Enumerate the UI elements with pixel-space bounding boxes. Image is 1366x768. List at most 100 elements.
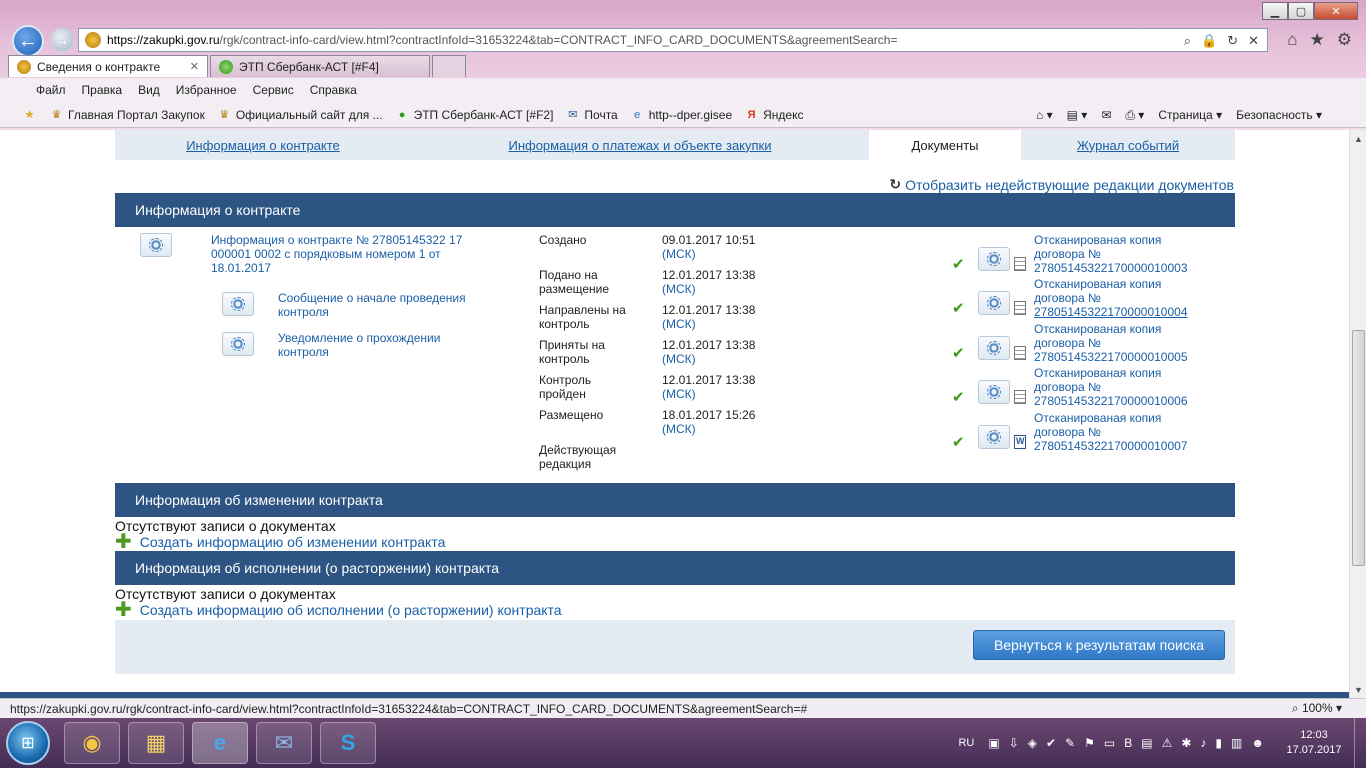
attachment-link[interactable]: Отсканированая копия договора № 27805145… — [1034, 366, 1234, 408]
sub-doc-link[interactable]: Уведомление о прохождении контроля — [278, 331, 488, 359]
signal-icon[interactable]: ▮ — [1215, 736, 1222, 750]
favorite-item-mail[interactable]: ✉ Почта — [565, 107, 617, 122]
page-menu[interactable]: Страница ▾ — [1158, 108, 1222, 122]
stop-icon[interactable]: ✕ — [1248, 33, 1259, 49]
minimize-button[interactable]: ▁ — [1262, 2, 1288, 20]
menu-view[interactable]: Вид — [130, 83, 168, 97]
start-button[interactable]: ⊞ — [6, 721, 50, 765]
tray-app-icon[interactable]: ⚠ — [1162, 736, 1173, 750]
volume-icon[interactable]: ♪ — [1200, 736, 1206, 750]
attachment-subtitle: договора № — [1034, 380, 1101, 394]
checkmark-icon: ✔ — [952, 300, 965, 317]
favorite-item-portal[interactable]: ♛ Главная Портал Закупок — [49, 107, 205, 122]
refresh-icon[interactable]: ↻ — [1227, 33, 1238, 49]
scroll-down-arrow-icon[interactable]: ▼ — [1350, 681, 1366, 698]
explorer-taskbar-button[interactable]: ▦ — [128, 722, 184, 764]
certificate-button[interactable] — [978, 380, 1010, 404]
attachment-link[interactable]: Отсканированая копия договора № 27805145… — [1034, 233, 1234, 275]
menu-file[interactable]: Файл — [28, 83, 74, 97]
attachment-link[interactable]: Отсканированая копия договора № 27805145… — [1034, 277, 1234, 319]
tray-app-icon[interactable]: ⇩ — [1009, 736, 1019, 750]
lock-icon[interactable]: 🔒 — [1201, 33, 1217, 49]
chrome-taskbar-button[interactable]: ◉ — [64, 722, 120, 764]
clock[interactable]: 12:03 17.07.2017 — [1278, 728, 1350, 758]
favorite-item-yandex[interactable]: Я Яндекс — [744, 107, 804, 122]
certificate-button[interactable] — [222, 332, 254, 356]
settings-gear-icon[interactable]: ⚙ — [1337, 30, 1352, 50]
tray-app-icon[interactable]: ◈ — [1028, 736, 1037, 750]
scroll-up-arrow-icon[interactable]: ▲ — [1350, 130, 1366, 147]
tab-contract-info[interactable]: Информация о контракте — [115, 130, 411, 160]
favorites-star-icon[interactable]: ★ — [1310, 30, 1325, 50]
create-change-link[interactable]: ✚ Создать информацию об изменении контра… — [115, 532, 445, 552]
favorite-item-official[interactable]: ♛ Официальный сайт для ... — [217, 107, 382, 122]
attachment-link[interactable]: Отсканированая копия договора № 27805145… — [1034, 411, 1234, 453]
tray-app-icon[interactable]: ▥ — [1231, 736, 1242, 750]
favorite-star-add[interactable]: ★ — [22, 107, 37, 122]
certificate-button[interactable] — [978, 336, 1010, 360]
favorite-item-dper[interactable]: e http--dper.gisee — [630, 107, 732, 122]
tray-flag-icon[interactable]: ⚑ — [1084, 736, 1095, 750]
checkmark-icon: ✔ — [952, 389, 965, 406]
certificate-button[interactable] — [978, 291, 1010, 315]
tray-app-icon[interactable]: ☻ — [1251, 736, 1264, 750]
vertical-scrollbar[interactable]: ▲ ▼ — [1349, 130, 1366, 698]
show-inactive-link[interactable]: ↻ Отобразить недействующие редакции доку… — [889, 176, 1234, 193]
attachment-title: Отсканированая копия — [1034, 277, 1162, 291]
create-execution-link[interactable]: ✚ Создать информацию об исполнении (о ра… — [115, 600, 562, 620]
safety-menu[interactable]: Безопасность ▾ — [1236, 108, 1322, 122]
tray-app-icon[interactable]: ▤ — [1141, 736, 1152, 750]
rss-dropdown-icon[interactable]: ▤ ▾ — [1067, 108, 1088, 122]
ie-taskbar-button[interactable]: e — [192, 722, 248, 764]
show-desktop-button[interactable] — [1354, 718, 1366, 768]
menu-tools[interactable]: Сервис — [245, 83, 302, 97]
close-window-button[interactable]: ✕ — [1314, 2, 1358, 20]
skype-taskbar-button[interactable]: S — [320, 722, 376, 764]
home-icon[interactable]: ⌂ — [1287, 30, 1297, 50]
zoom-icon: ⌕ — [1291, 701, 1299, 715]
certificate-button[interactable] — [140, 233, 172, 257]
scroll-thumb[interactable] — [1352, 330, 1365, 566]
favorite-item-sberbank[interactable]: ● ЭТП Сбербанк-АСТ [#F2] — [395, 107, 554, 122]
attachment-row: ✔ Отсканированая копия договора № 278051… — [950, 233, 1240, 277]
menu-help[interactable]: Справка — [302, 83, 365, 97]
tray-app-icon[interactable]: ▣ — [988, 736, 999, 750]
favorite-label: ЭТП Сбербанк-АСТ [#F2] — [413, 107, 554, 122]
new-tab-button[interactable] — [432, 55, 466, 77]
home-dropdown-icon[interactable]: ⌂ ▾ — [1036, 108, 1053, 122]
close-tab-icon[interactable]: ✕ — [190, 60, 199, 73]
back-button[interactable]: ← — [12, 25, 44, 57]
print-dropdown-icon[interactable]: ⎙ ▾ — [1125, 108, 1144, 123]
maximize-button[interactable]: ▢ — [1288, 2, 1314, 20]
tab-payments[interactable]: Информация о платежах и объекте закупки — [411, 130, 869, 160]
main-doc-link[interactable]: Информация о контракте № 27805145322 17 … — [211, 233, 471, 275]
tray-network-icon[interactable]: ✱ — [1181, 736, 1191, 750]
return-to-search-button[interactable]: Вернуться к результатам поиска — [973, 630, 1225, 660]
tray-app-icon[interactable]: ✔ — [1046, 736, 1056, 750]
tray-app-icon[interactable]: B — [1124, 736, 1132, 750]
browser-tab-contract[interactable]: Сведения о контракте ✕ — [8, 55, 208, 77]
tab-event-log[interactable]: Журнал событий — [1021, 130, 1235, 160]
menu-favorites[interactable]: Избранное — [168, 83, 245, 97]
zoom-control[interactable]: ⌕ 100% ▾ — [1292, 701, 1342, 716]
language-indicator[interactable]: RU — [958, 737, 974, 749]
browser-tab-sberbank[interactable]: ЭТП Сбербанк-АСТ [#F4] — [210, 55, 430, 77]
address-bar[interactable]: https://zakupki.gov.ru/rgk/contract-info… — [78, 28, 1268, 52]
tab-documents[interactable]: Документы — [869, 130, 1021, 160]
certificate-button[interactable] — [222, 292, 254, 316]
forward-button[interactable]: → — [50, 28, 74, 52]
attachment-title: Отсканированая копия — [1034, 233, 1162, 247]
status-date: 12.01.2017 13:38 — [662, 373, 756, 387]
menu-edit[interactable]: Правка — [74, 83, 131, 97]
thunderbird-icon: ✉ — [274, 730, 294, 755]
search-icon[interactable]: ⌕ — [1184, 33, 1191, 49]
tray-app-icon[interactable]: ✎ — [1065, 736, 1075, 750]
attachment-title: Отсканированая копия — [1034, 322, 1162, 336]
attachment-link[interactable]: Отсканированая копия договора № 27805145… — [1034, 322, 1234, 364]
certificate-button[interactable] — [978, 247, 1010, 271]
read-mail-icon[interactable]: ✉ — [1101, 108, 1111, 122]
tray-app-icon[interactable]: ▭ — [1104, 736, 1115, 750]
thunderbird-taskbar-button[interactable]: ✉ — [256, 722, 312, 764]
sub-doc-link[interactable]: Сообщение о начале проведения контроля — [278, 291, 488, 319]
certificate-button[interactable] — [978, 425, 1010, 449]
